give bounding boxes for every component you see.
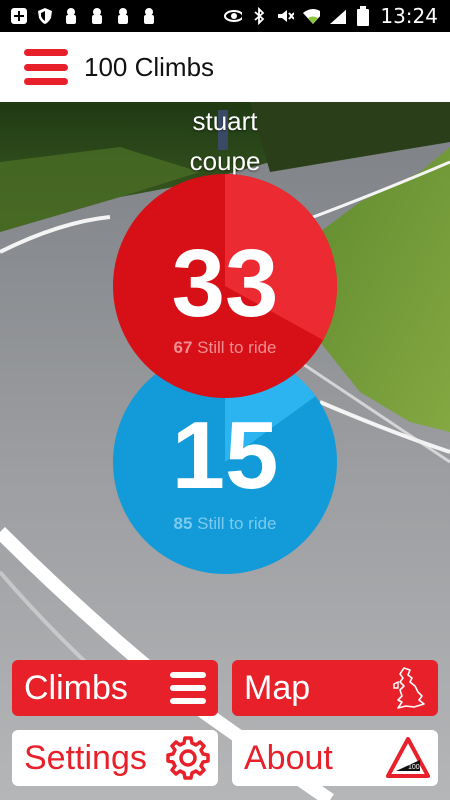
red-progress-circle[interactable]: 33 67 Still to ride	[113, 174, 337, 398]
app-title: 100 Climbs	[84, 51, 215, 82]
lock-icon	[62, 7, 80, 25]
bluetooth-icon	[250, 7, 268, 25]
mute-icon	[276, 7, 295, 25]
lock-icon	[114, 7, 132, 25]
climbs-button[interactable]: Climbs	[12, 660, 218, 716]
blue-remaining: 85 Still to ride	[113, 514, 337, 534]
red-remaining-label: Still to ride	[197, 338, 277, 357]
settings-button-label: Settings	[24, 738, 147, 777]
app-bar: 100 Climbs	[0, 32, 450, 102]
about-button[interactable]: About 100	[232, 730, 438, 786]
username-last: coupe	[189, 146, 261, 176]
hamburger-icon[interactable]	[24, 49, 68, 85]
settings-button[interactable]: Settings	[12, 730, 218, 786]
map-button[interactable]: Map	[232, 660, 438, 716]
list-icon	[170, 672, 206, 704]
uk-map-icon	[393, 667, 425, 709]
username-first: stuart	[192, 106, 258, 136]
map-button-label: Map	[244, 668, 311, 707]
blue-remaining-count: 85	[173, 514, 193, 533]
blue-count: 15	[171, 402, 279, 509]
red-remaining: 67 Still to ride	[113, 338, 337, 358]
lock-icon	[88, 7, 106, 25]
red-count: 33	[171, 230, 279, 337]
blue-remaining-label: Still to ride	[197, 514, 277, 533]
add-icon	[10, 7, 28, 25]
eye-icon	[224, 7, 243, 25]
about-button-label: About	[244, 738, 333, 777]
climbs-button-label: Climbs	[24, 668, 128, 707]
red-remaining-count: 67	[173, 338, 193, 357]
shield-icon	[36, 7, 54, 25]
wifi-icon	[302, 7, 321, 25]
battery-icon	[354, 6, 372, 26]
gear-icon	[166, 736, 210, 780]
clock: 13:24	[380, 4, 438, 28]
signal-icon	[328, 7, 347, 25]
lock-icon	[140, 7, 158, 25]
status-bar: 13:24	[0, 0, 450, 32]
gradient-sign-icon: 100	[386, 737, 430, 778]
sign-text: 100	[408, 764, 420, 771]
